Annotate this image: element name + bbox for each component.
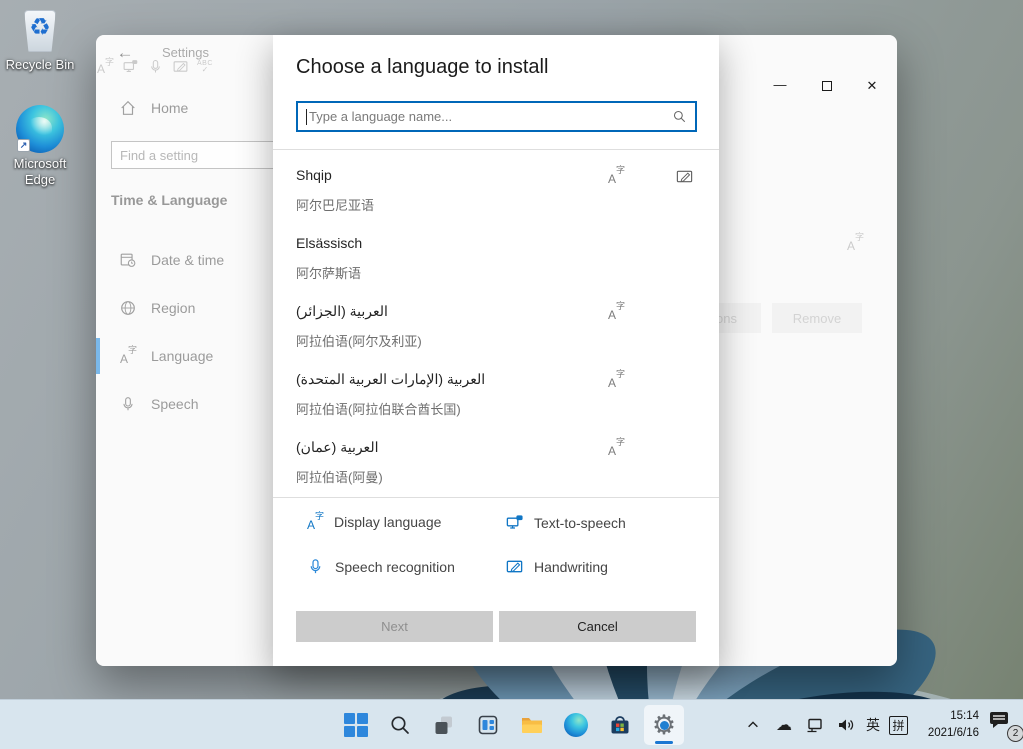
language-list-item[interactable]: Shqip 阿尔巴尼亚语 A字 bbox=[273, 159, 719, 227]
desktop-icon-edge[interactable]: ↗ Microsoft Edge bbox=[2, 105, 78, 189]
language-localized-name: 阿尔巴尼亚语 bbox=[296, 195, 374, 214]
legend-display-language: A字 Display language bbox=[306, 513, 441, 531]
divider bbox=[273, 497, 719, 498]
display-language-icon: A字 bbox=[607, 167, 625, 185]
widgets-icon bbox=[476, 713, 500, 737]
display-language-icon: A字 bbox=[607, 371, 625, 389]
store-icon bbox=[607, 712, 633, 738]
language-list-item[interactable]: العربية (الإمارات العربية المتحدة) 阿拉伯语(… bbox=[273, 363, 719, 431]
handwriting-icon bbox=[675, 167, 694, 186]
search-placeholder: Type a language name... bbox=[309, 109, 672, 124]
speaker-icon bbox=[836, 715, 856, 735]
maximize-button[interactable] bbox=[811, 73, 843, 99]
handwriting-icon bbox=[505, 557, 524, 576]
language-name: Elsässisch bbox=[296, 235, 362, 251]
clock[interactable]: 15:14 2021/6/16 bbox=[917, 708, 979, 743]
desktop: ♻ Recycle Bin ↗ Microsoft Edge ← Setting… bbox=[0, 0, 1023, 749]
legend-speech-recognition: Speech recognition bbox=[306, 557, 455, 576]
close-button[interactable]: ✕ bbox=[856, 73, 888, 99]
legend-handwriting: Handwriting bbox=[505, 557, 608, 576]
taskbar: ⚙ ☁ 英 bbox=[0, 699, 1023, 749]
task-view-icon bbox=[432, 713, 456, 737]
tray-date: 2021/6/16 bbox=[917, 725, 979, 742]
text-to-speech-icon bbox=[505, 513, 524, 532]
display-language-icon: A字 bbox=[607, 303, 625, 321]
network-tray-icon[interactable] bbox=[804, 711, 826, 739]
search-button[interactable] bbox=[380, 705, 420, 745]
language-name: العربية (عمان) bbox=[296, 439, 378, 456]
search-icon bbox=[388, 713, 412, 737]
language-localized-name: 阿尔萨斯语 bbox=[296, 263, 361, 282]
recycle-bin-icon: ♻ bbox=[17, 8, 63, 54]
text-caret bbox=[306, 109, 307, 125]
start-button[interactable] bbox=[336, 705, 376, 745]
speech-recognition-icon bbox=[306, 557, 325, 576]
minimize-button[interactable]: — bbox=[764, 71, 796, 97]
tray-chevron-button[interactable] bbox=[742, 711, 764, 739]
language-localized-name: 阿拉伯语(阿尔及利亚) bbox=[296, 331, 422, 350]
search-icon bbox=[672, 109, 687, 124]
desktop-icon-recycle-bin[interactable]: ♻ Recycle Bin bbox=[2, 8, 78, 73]
desktop-icon-label: Microsoft Edge bbox=[2, 156, 78, 189]
legend-text-to-speech: Text-to-speech bbox=[505, 513, 626, 532]
maximize-icon bbox=[822, 81, 832, 91]
language-list-item[interactable]: Elsässisch 阿尔萨斯语 bbox=[273, 227, 719, 295]
divider bbox=[273, 149, 719, 150]
edge-button[interactable] bbox=[556, 705, 596, 745]
language-name: Shqip bbox=[296, 167, 332, 183]
tray-time: 15:14 bbox=[917, 708, 979, 725]
notification-center-button[interactable]: 2 bbox=[988, 710, 1022, 740]
ime-mode-button[interactable]: 拼 bbox=[889, 716, 908, 735]
next-button[interactable]: Next bbox=[296, 611, 493, 642]
display-language-icon: A字 bbox=[306, 513, 324, 531]
shortcut-arrow-icon: ↗ bbox=[17, 139, 30, 152]
volume-tray-icon[interactable] bbox=[835, 711, 857, 739]
dialog-title: Choose a language to install bbox=[296, 56, 548, 79]
settings-button[interactable]: ⚙ bbox=[644, 705, 684, 745]
language-localized-name: 阿拉伯语(阿曼) bbox=[296, 467, 383, 486]
folder-icon bbox=[519, 712, 545, 738]
edge-icon bbox=[564, 713, 588, 737]
language-name: العربية (الإمارات العربية المتحدة) bbox=[296, 371, 485, 388]
language-localized-name: 阿拉伯语(阿拉伯联合酋长国) bbox=[296, 399, 461, 418]
choose-language-dialog: Choose a language to install Type a lang… bbox=[273, 35, 719, 666]
task-view-button[interactable] bbox=[424, 705, 464, 745]
language-list-item[interactable]: العربية (عمان) 阿拉伯语(阿曼) A字 bbox=[273, 431, 719, 499]
widgets-button[interactable] bbox=[468, 705, 508, 745]
network-icon bbox=[805, 715, 825, 735]
edge-icon: ↗ bbox=[16, 105, 64, 153]
gear-icon: ⚙ bbox=[650, 711, 678, 739]
chevron-up-icon bbox=[746, 718, 760, 732]
language-list-item[interactable]: العربية (الجزائر) 阿拉伯语(阿尔及利亚) A字 bbox=[273, 295, 719, 363]
file-explorer-button[interactable] bbox=[512, 705, 552, 745]
cancel-button[interactable]: Cancel bbox=[499, 611, 696, 642]
display-language-icon: A字 bbox=[607, 439, 625, 457]
ime-language-button[interactable]: 英 bbox=[866, 715, 880, 735]
windows-logo-icon bbox=[344, 713, 368, 737]
language-search-input[interactable]: Type a language name... bbox=[296, 101, 697, 132]
store-button[interactable] bbox=[600, 705, 640, 745]
language-name: العربية (الجزائر) bbox=[296, 303, 388, 320]
desktop-icon-label: Recycle Bin bbox=[2, 57, 78, 73]
onedrive-tray-icon[interactable]: ☁ bbox=[773, 711, 795, 739]
notification-badge: 2 bbox=[1007, 725, 1023, 742]
